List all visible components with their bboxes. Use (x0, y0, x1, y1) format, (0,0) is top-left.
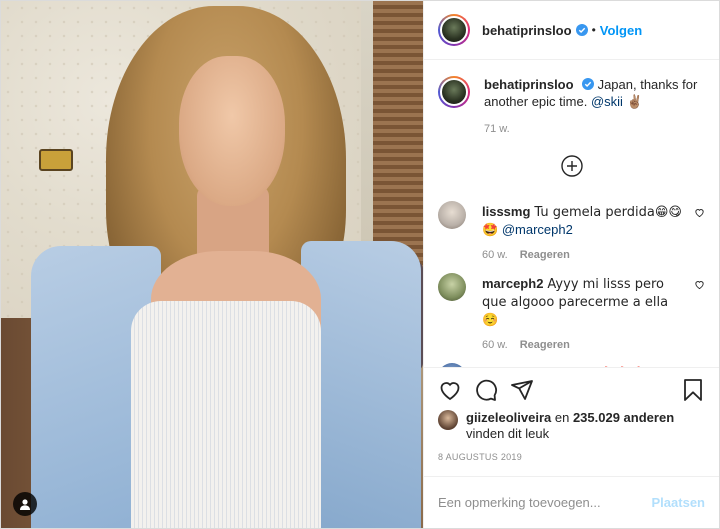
comments-section[interactable]: behatiprinsloo Japan, thanks for another … (424, 60, 719, 367)
follow-button[interactable]: Volgen (600, 23, 642, 38)
load-more-comments-button[interactable] (438, 155, 705, 177)
photo-top (131, 301, 321, 528)
comment-text: lisssmg Tu gemela perdida😁😋 🤩 @marceph2 (482, 203, 683, 239)
caption-username[interactable]: behatiprinsloo (484, 77, 574, 92)
comment-body: Tu gemela perdida😁😋 (534, 205, 682, 220)
likes-suffix: vinden dit leuk (466, 426, 550, 441)
comment-avatar[interactable] (438, 201, 466, 229)
heart-icon[interactable] (438, 378, 462, 402)
caption-mention[interactable]: @skii (591, 94, 623, 109)
caption-emoji: ✌🏽 (626, 95, 643, 110)
post-sidebar: behatiprinsloo • Volgen behatiprinsloo Ja… (423, 1, 719, 528)
comment-avatar[interactable] (438, 363, 466, 367)
comment-mention[interactable]: @marceph2 (502, 222, 573, 237)
comment-item: marceph2 Ayyy mi lisss pero que algooo pa… (438, 273, 705, 351)
reply-button[interactable]: Reageren (520, 339, 570, 351)
comment-like-heart-icon[interactable] (694, 279, 705, 290)
tagged-user-icon[interactable] (13, 492, 37, 516)
photo-blinds (373, 1, 423, 271)
share-icon[interactable] (510, 378, 534, 402)
verified-badge-icon (581, 78, 594, 90)
photo-light-switch (39, 149, 73, 171)
comment-time[interactable]: 60 w. (482, 339, 508, 351)
post-actions: giizeleoliveira en 235.029 anderen vinde… (424, 367, 719, 476)
likes-summary: giizeleoliveira en 235.029 anderen vinde… (438, 410, 705, 442)
comment-username[interactable]: marceph2 (482, 276, 543, 291)
header-separator: • (591, 23, 596, 37)
post-caption: behatiprinsloo Japan, thanks for another … (438, 76, 705, 135)
bookmark-icon[interactable] (681, 378, 705, 402)
caption-time[interactable]: 71 w. (484, 123, 705, 135)
comment-username[interactable]: miss_arianna_bay (482, 366, 595, 367)
likes-count-link[interactable]: 235.029 anderen (573, 410, 674, 425)
liker-username[interactable]: giizeleoliveira (466, 410, 551, 425)
comment-avatar[interactable] (438, 273, 466, 301)
comment-item: lisssmg Tu gemela perdida😁😋 🤩 @marceph2 6… (438, 201, 705, 261)
likes-middle: en (551, 410, 573, 425)
action-icons (438, 376, 705, 404)
add-comment-bar: Plaatsen (424, 476, 719, 528)
post-header: behatiprinsloo • Volgen (424, 1, 719, 60)
comment-body-2: 🤩 (482, 223, 499, 238)
instagram-post: behatiprinsloo • Volgen behatiprinsloo Ja… (0, 0, 720, 529)
verified-badge-icon (575, 24, 588, 36)
author-avatar[interactable] (438, 14, 470, 46)
comment-text: miss_arianna_bay🔥🔥🔥 (482, 365, 683, 367)
post-photo[interactable] (1, 1, 423, 528)
caption-text: behatiprinsloo Japan, thanks for another … (484, 76, 705, 111)
reply-button[interactable]: Reageren (520, 249, 570, 261)
caption-avatar[interactable] (438, 76, 470, 108)
add-comment-input[interactable] (438, 495, 652, 510)
post-date[interactable]: 8 AUGUSTUS 2019 (438, 452, 705, 476)
liker-avatar[interactable] (438, 410, 458, 430)
photo-face (179, 56, 285, 206)
comment-item: miss_arianna_bay🔥🔥🔥 (438, 363, 705, 367)
plus-circle-icon (560, 155, 583, 177)
post-comment-button[interactable]: Plaatsen (652, 495, 705, 510)
comment-time[interactable]: 60 w. (482, 249, 508, 261)
comment-icon[interactable] (474, 378, 498, 402)
author-username[interactable]: behatiprinsloo (482, 23, 572, 38)
comment-text: marceph2 Ayyy mi lisss pero que algooo pa… (482, 275, 683, 329)
comment-username[interactable]: lisssmg (482, 204, 530, 219)
comment-like-heart-icon[interactable] (694, 207, 705, 218)
